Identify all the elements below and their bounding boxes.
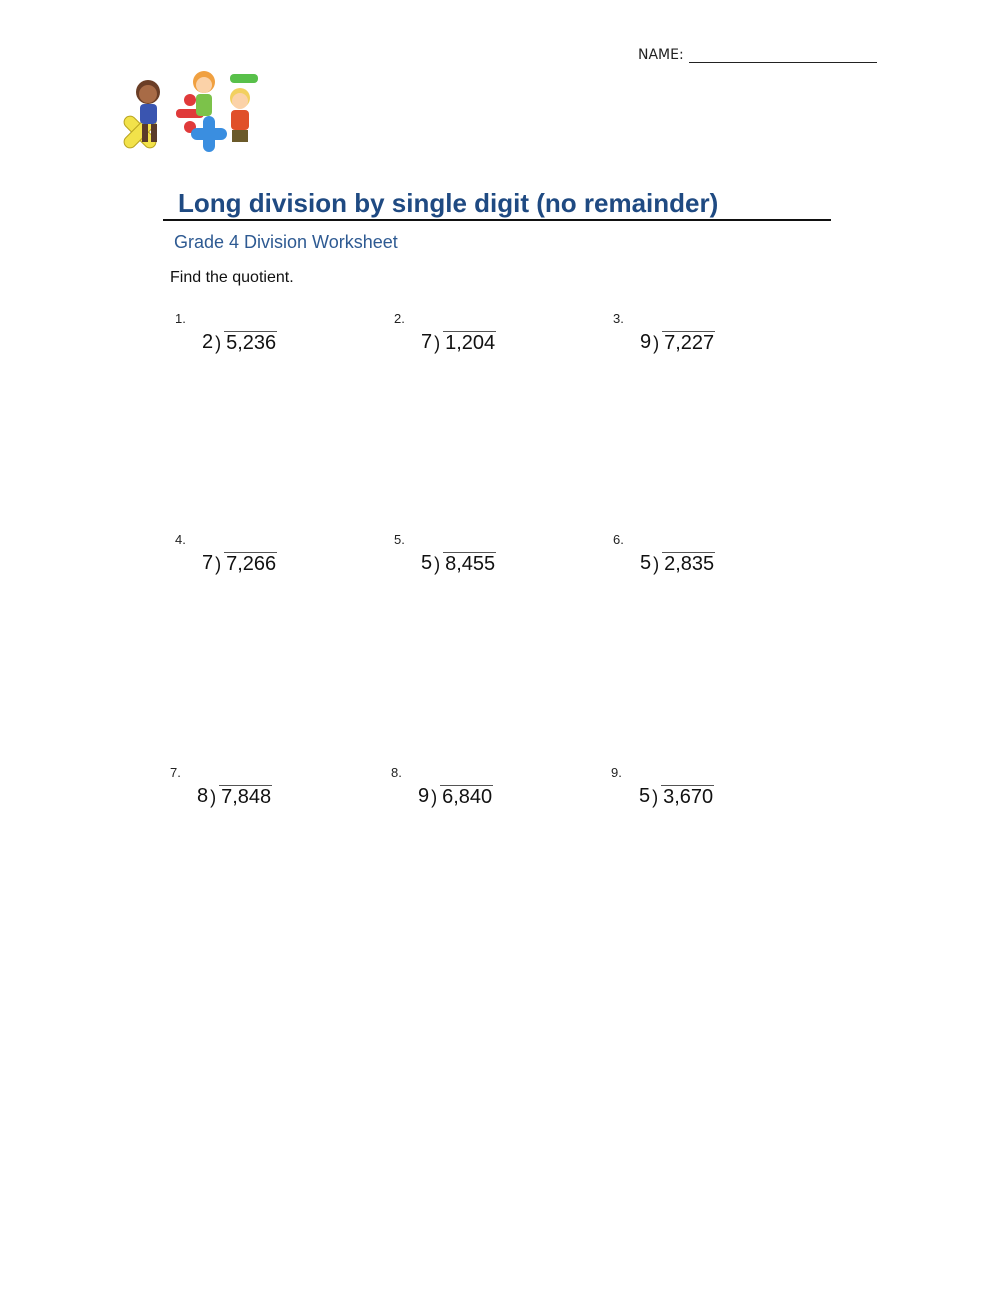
dividend: 6,840: [440, 785, 494, 808]
dividend: 5,236: [224, 331, 278, 354]
problem-1[interactable]: 1. 2 ) 5,236: [175, 311, 335, 371]
divisor: 5: [640, 552, 652, 574]
title-underline: [163, 219, 831, 221]
kids-math-clipart-icon: [123, 71, 258, 152]
divisor: 2: [202, 331, 214, 353]
name-label: NAME:: [638, 47, 684, 63]
dividend: 3,670: [661, 785, 715, 808]
problem-7[interactable]: 7. 8 ) 7,848: [170, 765, 330, 825]
dividend: 1,204: [443, 331, 497, 354]
problem-number: 4.: [175, 532, 186, 547]
problem-number: 9.: [611, 765, 622, 780]
division-bracket-icon: ): [215, 552, 222, 575]
division-expression: 7 ) 1,204: [421, 331, 497, 354]
dividend: 7,848: [219, 785, 273, 808]
division-expression: 5 ) 8,455: [421, 552, 497, 575]
problem-number: 1.: [175, 311, 186, 326]
problem-number: 6.: [613, 532, 624, 547]
worksheet-subtitle: Grade 4 Division Worksheet: [174, 232, 398, 252]
division-expression: 7 ) 7,266: [202, 552, 278, 575]
divisor: 5: [639, 785, 651, 807]
divisor: 7: [202, 552, 214, 574]
division-bracket-icon: ): [431, 785, 438, 808]
dividend: 8,455: [443, 552, 497, 575]
minus-sign-icon: [230, 74, 258, 83]
divisor: 9: [418, 785, 430, 807]
division-bracket-icon: ): [434, 552, 441, 575]
problem-8[interactable]: 8. 9 ) 6,840: [391, 765, 551, 825]
problem-3[interactable]: 3. 9 ) 7,227: [613, 311, 773, 371]
divisor: 8: [197, 785, 209, 807]
dividend: 7,227: [662, 331, 716, 354]
problem-4[interactable]: 4. 7 ) 7,266: [175, 532, 335, 592]
division-expression: 9 ) 6,840: [418, 785, 494, 808]
problem-9[interactable]: 9. 5 ) 3,670: [611, 765, 771, 825]
division-expression: 5 ) 2,835: [640, 552, 716, 575]
division-bracket-icon: ): [215, 331, 222, 354]
name-field[interactable]: NAME:: [638, 47, 877, 63]
kid-middle-icon: [193, 71, 215, 116]
problem-6[interactable]: 6. 5 ) 2,835: [613, 532, 773, 592]
dividend: 2,835: [662, 552, 716, 575]
problem-5[interactable]: 5. 5 ) 8,455: [394, 532, 554, 592]
division-expression: 5 ) 3,670: [639, 785, 715, 808]
worksheet-title: Long division by single digit (no remain…: [178, 188, 719, 218]
division-expression: 2 ) 5,236: [202, 331, 278, 354]
divisor: 9: [640, 331, 652, 353]
kid-right-icon: [230, 88, 250, 142]
problem-number: 3.: [613, 311, 624, 326]
divisor: 5: [421, 552, 433, 574]
division-bracket-icon: ): [653, 552, 660, 575]
problem-number: 5.: [394, 532, 405, 547]
problem-number: 8.: [391, 765, 402, 780]
division-expression: 9 ) 7,227: [640, 331, 716, 354]
instructions-text: Find the quotient.: [170, 269, 294, 286]
name-blank-line[interactable]: [688, 48, 877, 63]
division-bracket-icon: ): [210, 785, 217, 808]
problem-2[interactable]: 2. 7 ) 1,204: [394, 311, 554, 371]
division-bracket-icon: ): [653, 331, 660, 354]
problem-number: 2.: [394, 311, 405, 326]
dividend: 7,266: [224, 552, 278, 575]
division-bracket-icon: ): [434, 331, 441, 354]
division-expression: 8 ) 7,848: [197, 785, 273, 808]
problem-number: 7.: [170, 765, 181, 780]
divisor: 7: [421, 331, 433, 353]
plus-sign-icon: [191, 116, 227, 152]
division-bracket-icon: ): [652, 785, 659, 808]
